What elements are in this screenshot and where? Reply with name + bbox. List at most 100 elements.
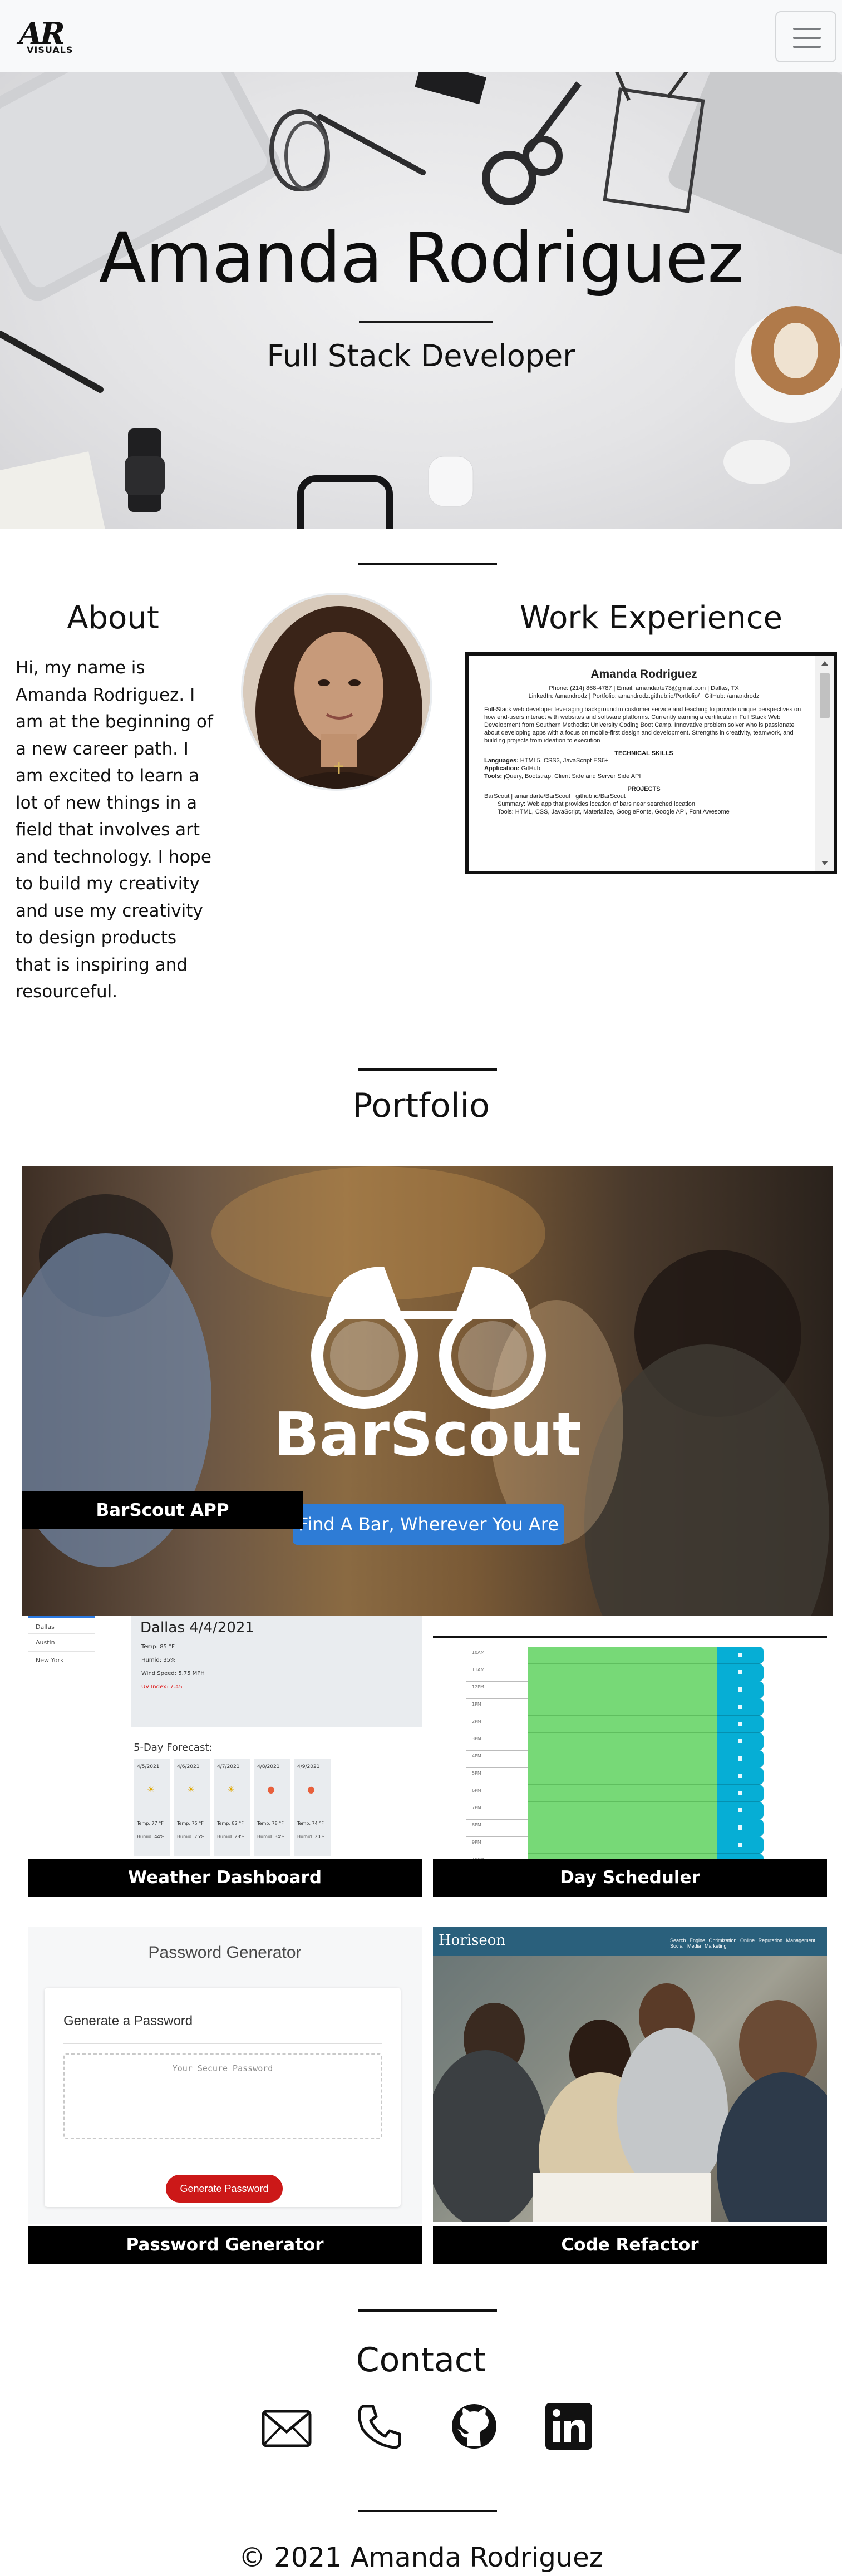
resume-scrollbar[interactable] [815, 656, 834, 871]
horiseon-nav: Search Engine Optimization Online Reputa… [670, 1938, 816, 1949]
scheduler-hour: 3PM [472, 1736, 481, 1741]
scheduler-row: 10PM [433, 1854, 764, 1859]
scheduler-row: 3PM [433, 1733, 764, 1750]
password-generator-caption: Password Generator [28, 2226, 422, 2264]
section-divider [358, 563, 497, 565]
profile-photo [241, 593, 432, 791]
day-scheduler-screenshot[interactable]: 10AM 11AM 12PM 1PM 2PM 3PM 4PM 5PM 6PM 7PM 8PM 9PM 1… [433, 1616, 827, 1859]
scheduler-hour: 8PM [472, 1823, 481, 1828]
scheduler-row: 12PM [433, 1681, 764, 1698]
scheduler-row: 10AM [433, 1647, 764, 1664]
scroll-down-icon[interactable] [821, 861, 828, 865]
scheduler-row: 9PM [433, 1836, 764, 1854]
section-divider [358, 2510, 497, 2512]
scheduler-hour: 5PM [472, 1771, 481, 1776]
scheduler-textarea[interactable] [528, 1733, 717, 1750]
weather-icon: ● [267, 1784, 275, 1795]
weather-city-list: Dallas Austin New York [28, 1616, 95, 1694]
horiseon-logo: Horiseon [439, 1932, 506, 1949]
scheduler-hour: 1PM [472, 1702, 481, 1707]
scheduler-hour: 4PM [472, 1754, 481, 1759]
forecast-day: 4/9/2021 ● Temp: 74 °F Humid: 20% [294, 1759, 331, 1856]
save-icon[interactable] [717, 1733, 764, 1750]
password-generator-screenshot[interactable]: Password Generator Generate a Password Y… [28, 1927, 422, 2224]
scheduler-row: 7PM [433, 1802, 764, 1819]
barscout-cta-button[interactable]: Find A Bar, Wherever You Are [293, 1504, 564, 1545]
scheduler-textarea[interactable] [528, 1854, 717, 1859]
scroll-thumb[interactable] [820, 673, 830, 718]
resume-viewer[interactable]: Amanda Rodriguez Phone: (214) 868-4787 |… [465, 652, 837, 874]
hero-divider [359, 321, 493, 323]
navbar-toggler-button[interactable] [775, 11, 836, 62]
save-icon[interactable] [717, 1750, 764, 1767]
forecast-day: 4/7/2021 ☀ Temp: 82 °F Humid: 28% [214, 1759, 250, 1856]
resume-project: BarScout | amandarte/BarScout | github.i… [484, 793, 626, 800]
code-refactor-screenshot[interactable]: Horiseon Search Engine Optimization Onli… [433, 1927, 827, 2224]
linkedin-icon[interactable] [545, 2403, 592, 2450]
scheduler-hour: 2PM [472, 1719, 481, 1724]
scheduler-textarea[interactable] [528, 1819, 717, 1836]
github-icon[interactable] [451, 2403, 498, 2450]
logo-subtitle: VISUALS [27, 45, 73, 55]
footer-copyright: © 2021 Amanda Rodriguez [239, 2542, 603, 2573]
phone-icon[interactable] [356, 2403, 403, 2450]
weather-icon: ● [307, 1784, 315, 1795]
forecast-day: 4/8/2021 ● Temp: 78 °F Humid: 34% [254, 1759, 290, 1856]
barscout-bar-photo [22, 1166, 829, 1616]
scheduler-textarea[interactable] [528, 1716, 717, 1733]
about-text: Hi, my name is Amanda Rodriguez. I am at… [16, 658, 213, 1002]
resume-bullet: Tools: HTML, CSS, JavaScript, Materializ… [498, 809, 730, 815]
password-output-area[interactable]: Your Secure Password [63, 2053, 382, 2139]
team-meeting-photo [433, 1956, 827, 2222]
scroll-up-icon[interactable] [821, 661, 828, 666]
code-refactor-caption: Code Refactor [433, 2226, 827, 2264]
scheduler-hour: 11AM [472, 1667, 485, 1672]
save-icon[interactable] [717, 1819, 764, 1836]
resume-skill: Tools: jQuery, Bootstrap, Client Side an… [484, 773, 641, 780]
scheduler-hour: 7PM [472, 1805, 481, 1810]
barscout-logo-text: BarScout [273, 1400, 582, 1470]
scheduler-textarea[interactable] [528, 1681, 717, 1698]
contact-heading: Contact [356, 2341, 486, 2380]
hamburger-icon [793, 28, 821, 30]
scheduler-textarea[interactable] [528, 1785, 717, 1802]
day-scheduler-caption: Day Scheduler [433, 1859, 827, 1897]
scheduler-textarea[interactable] [528, 1802, 717, 1819]
save-icon[interactable] [717, 1716, 764, 1733]
weather-dashboard-screenshot[interactable]: Dallas Austin New York Dallas 4/4/2021 T… [28, 1616, 422, 1859]
scheduler-textarea[interactable] [528, 1698, 717, 1716]
scheduler-textarea[interactable] [528, 1647, 717, 1664]
weather-dashboard-caption: Weather Dashboard [28, 1859, 422, 1897]
scheduler-textarea[interactable] [528, 1767, 717, 1785]
save-icon[interactable] [717, 1854, 764, 1859]
scheduler-row: 1PM [433, 1698, 764, 1716]
portfolio-heading: Portfolio [352, 1086, 490, 1125]
scheduler-textarea[interactable] [528, 1664, 717, 1681]
generate-password-button[interactable]: Generate Password [166, 2175, 283, 2203]
save-icon[interactable] [717, 1785, 764, 1802]
resume-projects-heading: PROJECTS [627, 786, 661, 792]
save-icon[interactable] [717, 1681, 764, 1698]
forecast-day: 4/5/2021 ☀ Temp: 77 °F Humid: 44% [134, 1759, 170, 1856]
save-icon[interactable] [717, 1802, 764, 1819]
scheduler-hour: 10AM [472, 1650, 485, 1655]
brand-logo[interactable]: AR VISUALS [19, 16, 72, 60]
scheduler-textarea[interactable] [528, 1750, 717, 1767]
save-icon[interactable] [717, 1836, 764, 1854]
password-generator-title: Password Generator [148, 1943, 302, 1962]
save-icon[interactable] [717, 1698, 764, 1716]
about-heading: About [67, 600, 159, 636]
scheduler-row: 6PM [433, 1785, 764, 1802]
save-icon[interactable] [717, 1767, 764, 1785]
resume-document: Amanda Rodriguez Phone: (214) 868-4787 |… [484, 668, 804, 816]
hero-subtitle: Full Stack Developer [267, 338, 575, 373]
sun-icon: ☀ [147, 1784, 155, 1795]
scheduler-textarea[interactable] [528, 1836, 717, 1854]
envelope-icon[interactable] [262, 2410, 312, 2447]
save-icon[interactable] [717, 1647, 764, 1664]
weather-line: UV Index: 7.45 [141, 1684, 183, 1690]
scheduler-row: 4PM [433, 1750, 764, 1767]
scheduler-row: 8PM [433, 1819, 764, 1836]
save-icon[interactable] [717, 1664, 764, 1681]
barscout-project-card[interactable]: BarScout Find A Bar, Wherever You Are Ba… [22, 1166, 833, 1616]
